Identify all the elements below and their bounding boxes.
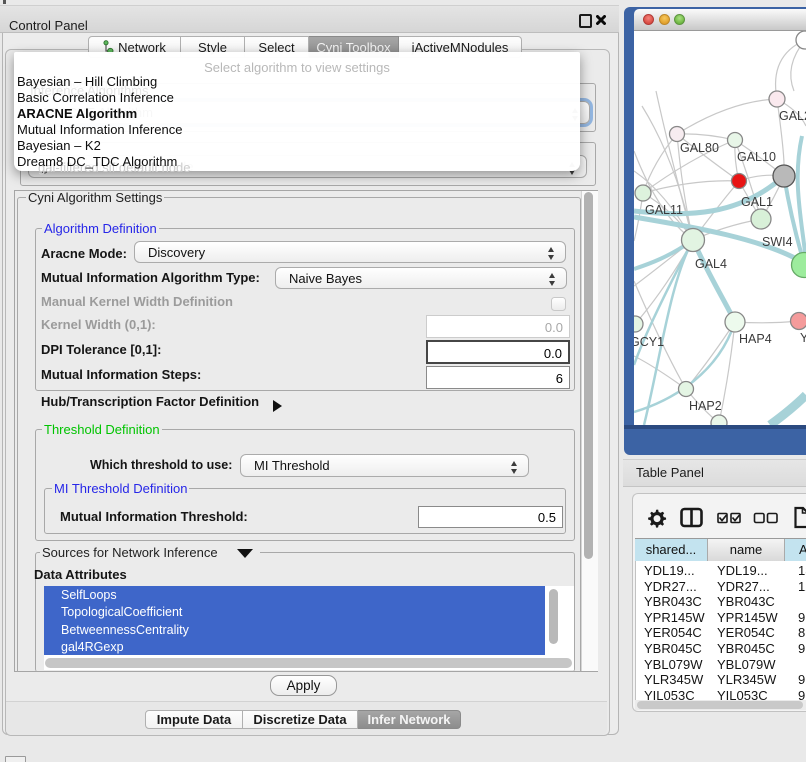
svg-text:GAL11: GAL11 (645, 203, 683, 217)
svg-text:GAL10: GAL10 (737, 150, 776, 164)
svg-text:GAL4: GAL4 (695, 257, 727, 271)
svg-text:GCY1: GCY1 (634, 335, 664, 349)
svg-text:SWI4: SWI4 (762, 235, 793, 249)
svg-text:GAL1: GAL1 (741, 195, 773, 209)
svg-text:HAP4: HAP4 (739, 332, 772, 346)
svg-text:GAL2: GAL2 (779, 109, 806, 123)
svg-text:HAP2: HAP2 (689, 399, 722, 413)
svg-text:GAL80: GAL80 (680, 141, 719, 155)
svg-text:Y: Y (800, 331, 806, 345)
